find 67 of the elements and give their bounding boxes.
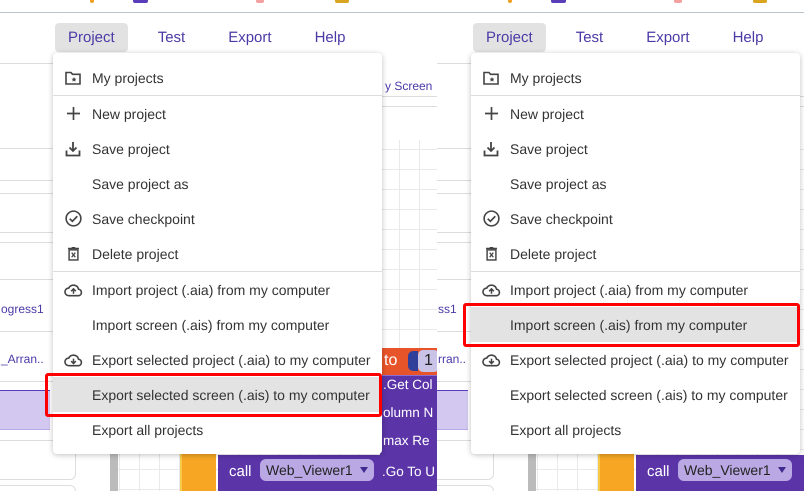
menu-item[interactable]: Export all projects <box>53 412 382 447</box>
download-icon <box>65 140 81 156</box>
toolbar-icon[interactable] <box>508 0 512 3</box>
component-label[interactable]: rran.. <box>438 352 466 366</box>
cloud-upload-icon <box>64 282 82 296</box>
menu-item[interactable]: Export selected project (.aia) to my computer <box>471 342 800 377</box>
menu-item[interactable]: My projects <box>471 60 800 95</box>
component-label[interactable]: ogress1 <box>1 302 44 316</box>
menu-tab[interactable]: Help <box>720 23 776 52</box>
block-text: .Get Col <box>383 377 433 392</box>
selected-component-row[interactable] <box>0 390 50 430</box>
number-block: 1 <box>418 350 437 372</box>
toolbar-icon[interactable] <box>551 0 566 3</box>
menu-item[interactable]: Save checkpoint <box>53 201 382 236</box>
socket-icon <box>408 351 418 371</box>
menu-item[interactable]: New project <box>53 96 382 131</box>
menu-tab[interactable]: Help <box>302 23 358 52</box>
dropdown-icon <box>778 467 786 473</box>
menu-item[interactable]: Import project (.aia) from my computer <box>53 272 382 307</box>
menu-tab[interactable]: Test <box>562 23 616 52</box>
menu-item[interactable]: My projects <box>53 60 382 95</box>
block-text: olumn N <box>383 405 434 420</box>
screen-link[interactable]: y Screen <box>385 79 432 93</box>
component-label[interactable]: _Arran.. <box>1 352 44 366</box>
folder-star-icon <box>65 70 81 84</box>
download-icon <box>483 140 499 156</box>
dropdown-icon <box>360 467 368 473</box>
trash-icon <box>68 246 78 260</box>
menu-item[interactable]: Save project as <box>471 166 800 201</box>
menu-item[interactable]: Export selected screen (.ais) to my computer <box>53 377 382 412</box>
menu-item[interactable]: Delete project <box>471 236 800 271</box>
menu-item[interactable]: Export selected project (.aia) to my computer <box>53 342 382 377</box>
cloud-download-icon <box>64 352 82 366</box>
check-circle-icon <box>64 210 82 227</box>
menu-item[interactable]: Export selected screen (.ais) to my computer <box>471 377 800 412</box>
check-circle-icon <box>482 210 500 227</box>
menu-item[interactable]: Delete project <box>53 236 382 271</box>
menu-tab[interactable]: Export <box>633 23 703 52</box>
cloud-download-icon <box>482 352 500 366</box>
block-keyword: to <box>384 352 398 370</box>
menu-item[interactable]: Save project <box>471 131 800 166</box>
menu-item[interactable]: Export all projects <box>471 412 800 447</box>
menu-item[interactable]: Import screen (.ais) from my computer <box>53 307 382 342</box>
menu-tab[interactable]: Test <box>144 23 198 52</box>
component-dropdown[interactable]: Web_Viewer1 <box>260 459 374 481</box>
folder-star-icon <box>483 70 499 84</box>
menu-item[interactable]: Save checkpoint <box>471 201 800 236</box>
menu-tab[interactable]: Project <box>473 23 546 52</box>
cloud-upload-icon <box>482 282 500 296</box>
menu-item[interactable]: New project <box>471 96 800 131</box>
block-text: max Re <box>383 433 430 448</box>
menu-item[interactable]: Save project as <box>53 166 382 201</box>
toolbar-icon[interactable] <box>90 0 94 3</box>
trash-icon <box>486 246 496 260</box>
component-dropdown[interactable]: Web_Viewer1 <box>678 459 792 481</box>
plus-icon <box>66 107 80 120</box>
menu-tab[interactable]: Project <box>55 23 128 52</box>
toolbar-icon[interactable] <box>133 0 148 3</box>
plus-icon <box>484 107 498 120</box>
menu-item[interactable]: Save project <box>53 131 382 166</box>
menu-tab[interactable]: Export <box>215 23 285 52</box>
component-label[interactable]: ss1 <box>438 302 457 316</box>
block-keyword: call <box>229 463 252 480</box>
block-keyword: call <box>647 463 670 480</box>
block-text: .Go To U <box>382 464 436 479</box>
menu-item[interactable]: Import project (.aia) from my computer <box>471 272 800 307</box>
menu-item[interactable]: Import screen (.ais) from my computer <box>471 307 800 342</box>
